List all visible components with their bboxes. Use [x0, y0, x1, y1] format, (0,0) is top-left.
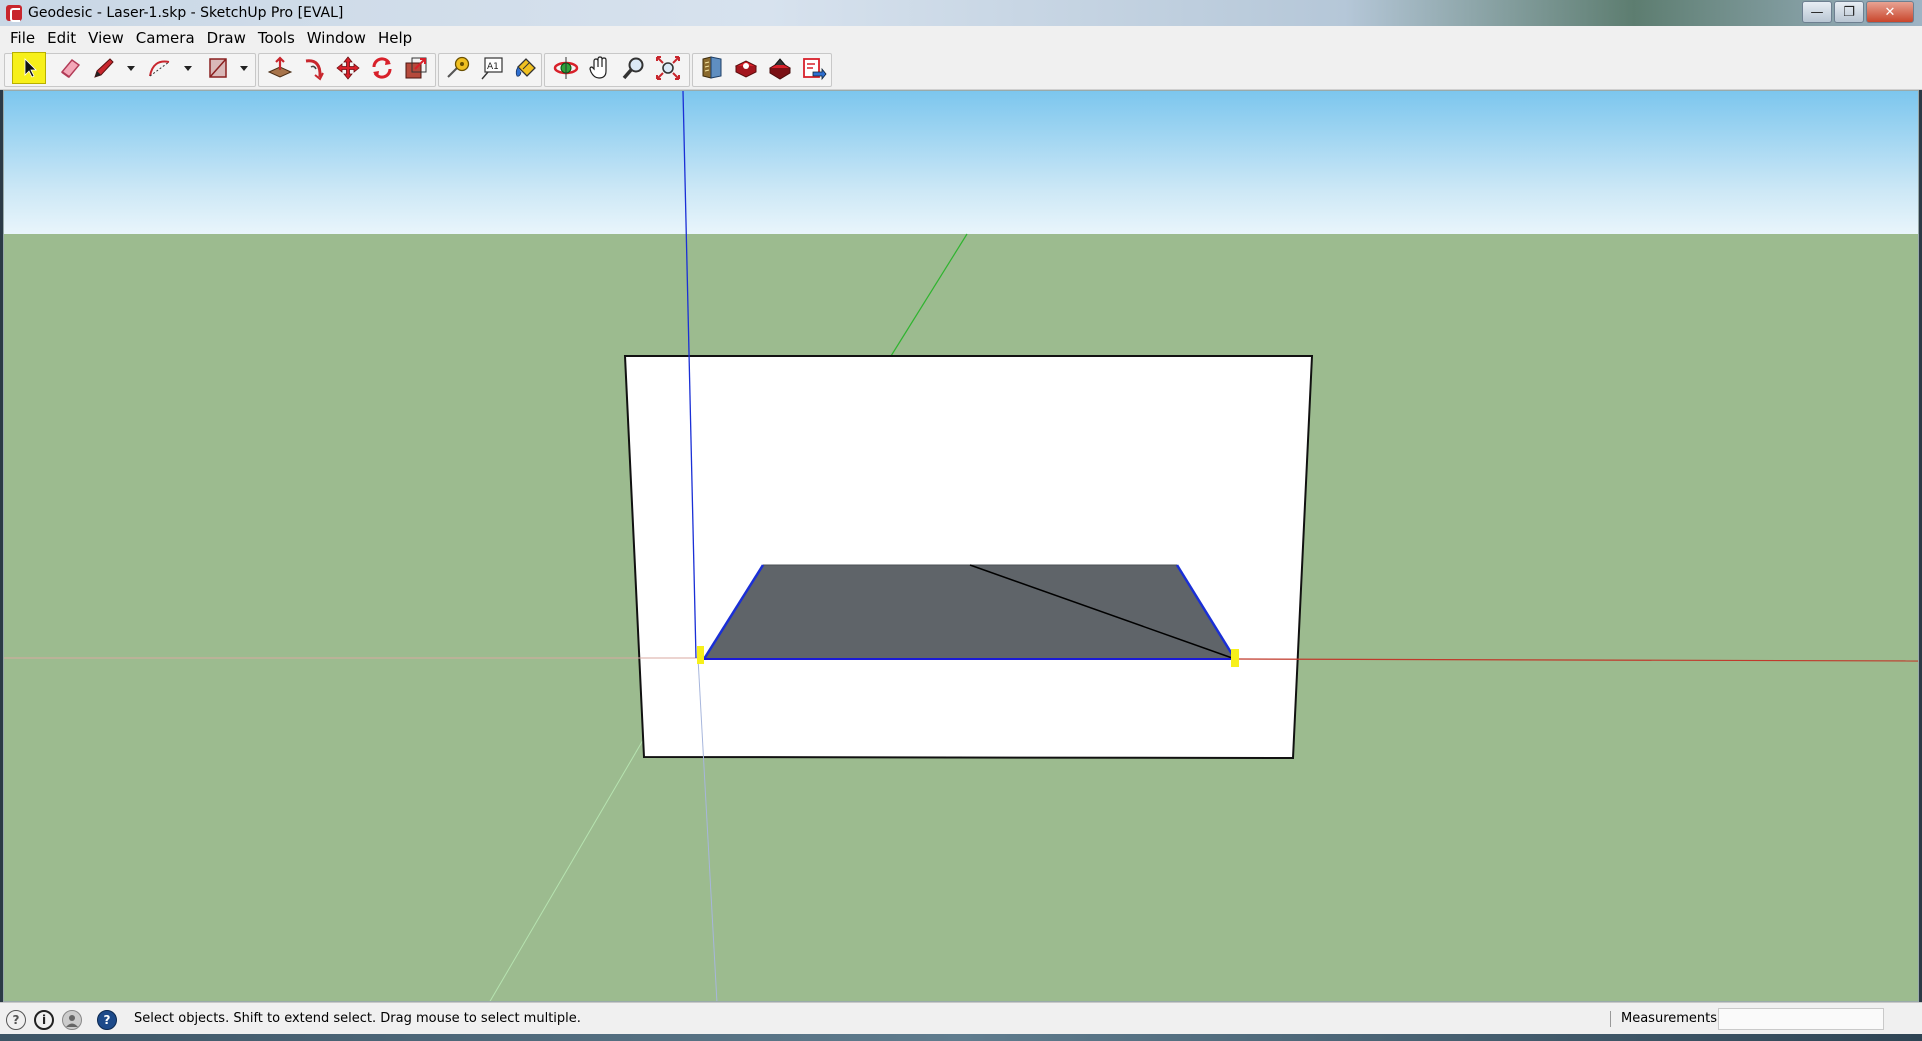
select-tool[interactable]: [12, 52, 46, 84]
eraser-icon: [60, 59, 81, 78]
maximize-button[interactable]: ❐: [1834, 1, 1864, 23]
zoom-icon: [622, 57, 644, 80]
measurements-separator: [1610, 1011, 1611, 1027]
zoom-tool[interactable]: [620, 54, 648, 82]
orbit-tool[interactable]: [552, 54, 580, 82]
red-axis: [1236, 658, 1918, 662]
getting-started-toolbar: A1: [0, 50, 1922, 90]
send-to-layout-icon: [803, 58, 827, 81]
share-model-icon: [734, 60, 758, 78]
arc-tool[interactable]: [146, 54, 174, 82]
follow-me-tool[interactable]: [300, 54, 328, 82]
pan-hand-icon: [589, 56, 607, 79]
menu-help[interactable]: Help: [372, 29, 418, 47]
share-model-tool[interactable]: [732, 54, 760, 82]
pencil-icon: [94, 58, 114, 78]
user-silhouette-icon: [66, 1015, 78, 1027]
extension-warehouse-tool[interactable]: [766, 54, 794, 82]
arc-icon: [149, 60, 170, 77]
instructor-help-icon[interactable]: ?: [97, 1010, 117, 1030]
taskbar-strip: [0, 1034, 1922, 1041]
move-icon: [336, 56, 360, 80]
sketchup-logo-icon: [6, 5, 22, 22]
warehouse-icon: [702, 56, 722, 79]
zoom-extents-tool[interactable]: [654, 54, 682, 82]
endpoint-marker-left: [697, 646, 704, 664]
menu-edit[interactable]: Edit: [41, 29, 82, 47]
paint-bucket-tool[interactable]: [512, 54, 540, 82]
close-button[interactable]: ✕: [1866, 1, 1914, 23]
push-pull-tool[interactable]: [266, 54, 294, 82]
measurements-input[interactable]: [1718, 1008, 1884, 1030]
white-rectangle-face[interactable]: [623, 355, 1314, 760]
geo-location-icon[interactable]: ?: [6, 1010, 26, 1030]
send-to-layout-tool[interactable]: [800, 54, 828, 82]
menu-bar: File Edit View Camera Draw Tools Window …: [0, 26, 1922, 50]
rectangle-dropdown-icon[interactable]: [240, 66, 248, 71]
paint-bucket-icon: [515, 58, 536, 77]
user-account-icon[interactable]: [62, 1010, 82, 1030]
pencil-tool[interactable]: [90, 54, 118, 82]
green-axis: [890, 233, 968, 357]
menu-window[interactable]: Window: [301, 29, 372, 47]
credits-icon[interactable]: i: [34, 1010, 54, 1030]
minimize-button[interactable]: —: [1802, 1, 1832, 23]
text-icon: A1: [481, 57, 503, 80]
text-tool[interactable]: A1: [478, 54, 506, 82]
pencil-dropdown-icon[interactable]: [127, 66, 135, 71]
text-icon-label: A1: [487, 62, 499, 72]
status-bar: ? i ? Select objects. Shift to extend se…: [0, 1002, 1922, 1034]
menu-file[interactable]: File: [4, 29, 41, 47]
eraser-tool[interactable]: [56, 54, 84, 82]
title-bar: Geodesic - Laser-1.skp - SketchUp Pro [E…: [0, 0, 1922, 26]
window-title: Geodesic - Laser-1.skp - SketchUp Pro [E…: [28, 5, 344, 21]
3d-warehouse-tool[interactable]: [698, 54, 726, 82]
menu-tools[interactable]: Tools: [252, 29, 301, 47]
menu-draw[interactable]: Draw: [201, 29, 252, 47]
scale-tool[interactable]: [402, 54, 430, 82]
gray-floor-face[interactable]: [704, 565, 1235, 659]
scale-icon: [405, 57, 427, 79]
rectangle-icon: [209, 58, 227, 78]
tape-measure-tool[interactable]: [444, 54, 472, 82]
rotate-icon: [372, 57, 392, 79]
tape-measure-icon: [447, 56, 470, 78]
zoom-extents-icon: [656, 56, 680, 80]
menu-camera[interactable]: Camera: [130, 29, 201, 47]
follow-me-icon: [305, 59, 324, 81]
rotate-tool[interactable]: [368, 54, 396, 82]
push-pull-icon: [267, 56, 293, 78]
window-controls: — ❐ ✕: [1802, 1, 1914, 23]
move-tool[interactable]: [334, 54, 362, 82]
measurements-label: Measurements: [1621, 1011, 1718, 1026]
menu-view[interactable]: View: [82, 29, 130, 47]
status-text: Select objects. Shift to extend select. …: [134, 1011, 581, 1026]
model-scene[interactable]: [4, 91, 1919, 1002]
3d-viewport[interactable]: [3, 90, 1919, 1002]
arc-dropdown-icon[interactable]: [184, 66, 192, 71]
pan-tool[interactable]: [586, 54, 614, 82]
orbit-icon: [553, 57, 579, 79]
rectangle-tool[interactable]: [204, 54, 232, 82]
endpoint-marker-right: [1231, 649, 1239, 667]
extension-warehouse-icon: [769, 58, 791, 80]
arrow-cursor-icon: [24, 58, 37, 78]
